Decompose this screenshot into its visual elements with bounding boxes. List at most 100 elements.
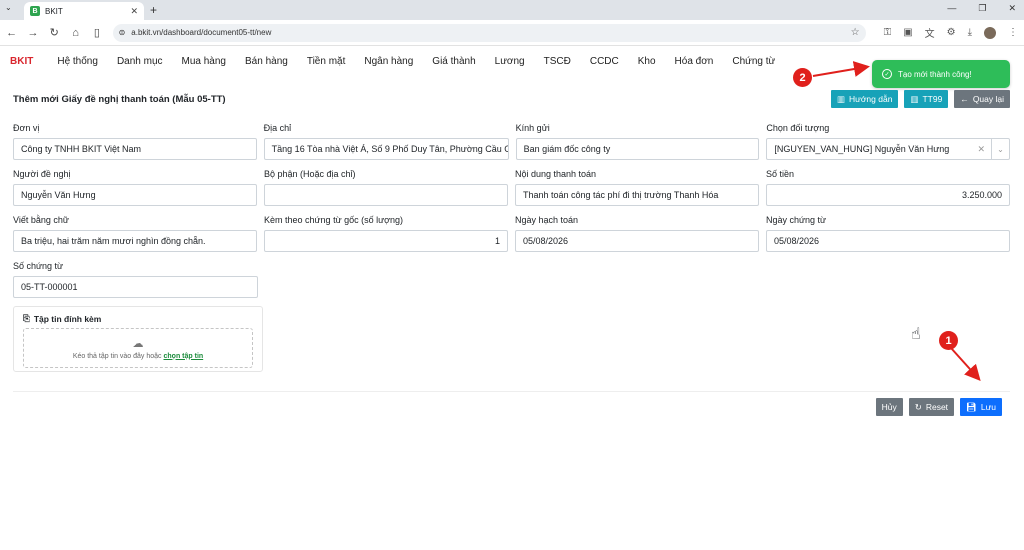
guide-button-label: Hướng dẫn bbox=[849, 94, 893, 104]
clear-icon[interactable]: ✕ bbox=[971, 144, 991, 155]
form-actions: Hủy ↻ Reset 💾︎ Lưu bbox=[875, 398, 1002, 416]
field-bo-phan: Bộ phận (Hoặc địa chỉ) bbox=[264, 166, 508, 206]
field-ngay-hach-toan: Ngày hạch toán 05/08/2026 bbox=[515, 212, 759, 252]
restore-icon[interactable]: ❐ bbox=[978, 3, 986, 14]
menu-mua-hang[interactable]: Mua hàng bbox=[182, 56, 226, 67]
label-kem-theo: Kèm theo chứng từ gốc (số lượng) bbox=[264, 215, 404, 225]
input-ngay-chung-tu[interactable]: 05/08/2026 bbox=[766, 230, 1010, 252]
menu-tien-mat[interactable]: Tiền mặt bbox=[307, 56, 346, 67]
browser-menu-icon[interactable]: ⋮ bbox=[1008, 27, 1018, 38]
menu-luong[interactable]: Lương bbox=[495, 56, 525, 67]
app-nav: BKIT Hệ thống Danh mục Mua hàng Bán hàng… bbox=[0, 46, 1024, 76]
url-bar[interactable]: ⊜ a.bkit.vn/dashboard/document05-tt/new … bbox=[112, 23, 866, 42]
input-so-tien[interactable]: 3.250.000 bbox=[766, 184, 1010, 206]
field-kem-theo: Kèm theo chứng từ gốc (số lượng) 1 bbox=[264, 212, 508, 252]
field-ngay-chung-tu: Ngày chứng từ 05/08/2026 bbox=[766, 212, 1010, 252]
choose-file-link[interactable]: chọn tập tin bbox=[164, 353, 204, 360]
arrow-1 bbox=[950, 347, 981, 381]
cancel-button-label: Hủy bbox=[881, 402, 897, 412]
input-bo-phan[interactable] bbox=[264, 184, 508, 206]
download-icon[interactable]: ⤓ bbox=[968, 27, 972, 38]
window-close-icon[interactable]: ✕ bbox=[1008, 3, 1016, 14]
tab-list-icon[interactable]: ⌄ bbox=[5, 3, 12, 12]
minimize-icon[interactable]: — bbox=[947, 3, 956, 14]
page-header: Thêm mới Giấy đề nghị thanh toán (Mẫu 05… bbox=[13, 90, 1010, 108]
annotation-marker-1: 1 bbox=[939, 331, 958, 350]
select-doi-tuong[interactable]: [NGUYEN_VAN_HUNG] Nguyễn Văn Hưng ✕ ⌄ bbox=[766, 138, 1011, 160]
label-ngay-chung-tu: Ngày chứng từ bbox=[766, 215, 827, 225]
header-actions: ▥ Hướng dẫn ▥ TT99 ← Quay lại bbox=[831, 90, 1010, 108]
field-so-tien: Số tiền 3.250.000 bbox=[766, 166, 1010, 206]
page-title: Thêm mới Giấy đề nghị thanh toán (Mẫu 05… bbox=[13, 93, 226, 105]
hand-cursor-icon: ☝︎ bbox=[911, 326, 921, 343]
toast-message: Tạo mới thành công! bbox=[898, 69, 972, 79]
divider bbox=[13, 391, 1010, 392]
forward-icon[interactable]: → bbox=[27, 27, 38, 39]
menu-hoa-don[interactable]: Hóa đơn bbox=[675, 56, 714, 67]
site-info-icon[interactable]: ⊜ bbox=[119, 28, 126, 37]
arrow-left-icon: ← bbox=[960, 94, 969, 104]
menu-ccdc[interactable]: CCDC bbox=[590, 56, 619, 67]
split-view-icon[interactable]: ▯ bbox=[91, 26, 102, 39]
menu-he-thong[interactable]: Hệ thống bbox=[57, 56, 98, 67]
success-toast[interactable]: ✓ Tạo mới thành công! bbox=[872, 60, 1010, 88]
translate-icon[interactable]: 文 bbox=[925, 25, 935, 40]
reload-icon[interactable]: ↻ bbox=[49, 26, 60, 39]
menu-danh-muc[interactable]: Danh mục bbox=[117, 56, 163, 67]
input-so-chung-tu[interactable]: 05-TT-000001 bbox=[13, 276, 258, 298]
input-kem-theo[interactable]: 1 bbox=[264, 230, 508, 252]
bookmark-star-icon[interactable]: ☆ bbox=[851, 27, 860, 38]
close-icon[interactable]: ✕ bbox=[130, 6, 138, 17]
profile-avatar[interactable] bbox=[984, 26, 997, 39]
menu-kho[interactable]: Kho bbox=[638, 56, 656, 67]
menu-ngan-hang[interactable]: Ngân hàng bbox=[364, 56, 413, 67]
file-dropzone[interactable]: ☁ Kéo thả tập tin vào đây hoặc chọn tập … bbox=[23, 328, 253, 368]
dropzone-text: Kéo thả tập tin vào đây hoặc chọn tập ti… bbox=[73, 353, 203, 360]
input-kinh-gui[interactable]: Ban giám đốc công ty bbox=[515, 138, 760, 160]
tab-title: BKIT bbox=[45, 6, 63, 16]
password-key-icon[interactable]: ⚿ bbox=[884, 27, 892, 38]
window-controls: — ❐ ✕ bbox=[947, 3, 1016, 14]
input-noi-dung[interactable]: Thanh toán công tác phí đi thị trường Th… bbox=[515, 184, 759, 206]
reset-button[interactable]: ↻ Reset bbox=[908, 398, 955, 416]
browser-tab-bar: ⌄ B BKIT ✕ + — ❐ ✕ bbox=[0, 0, 1024, 20]
browser-tab[interactable]: B BKIT ✕ bbox=[24, 2, 144, 20]
input-ngay-hach-toan[interactable]: 05/08/2026 bbox=[515, 230, 759, 252]
book-icon: ▥ bbox=[910, 93, 919, 104]
label-dia-chi: Địa chỉ bbox=[263, 123, 292, 133]
cloud-upload-icon: ☁ bbox=[132, 337, 144, 350]
menu-tscd[interactable]: TSCĐ bbox=[544, 56, 571, 67]
label-ngay-hach-toan: Ngày hạch toán bbox=[515, 215, 579, 225]
input-don-vi[interactable]: Công ty TNHH BKIT Việt Nam bbox=[13, 138, 257, 160]
sidebar-icon[interactable]: ▣ bbox=[903, 27, 912, 38]
home-icon[interactable]: ⌂ bbox=[70, 27, 81, 39]
menu-ban-hang[interactable]: Bán hàng bbox=[245, 56, 288, 67]
field-dia-chi: Địa chỉ Tầng 16 Tòa nhà Việt Á, Số 9 Phố… bbox=[263, 120, 509, 160]
label-don-vi: Đơn vị bbox=[13, 123, 40, 133]
favicon-icon: B bbox=[30, 6, 40, 16]
field-doi-tuong: Chọn đối tượng [NGUYEN_VAN_HUNG] Nguyễn … bbox=[766, 120, 1011, 160]
back-button[interactable]: ← Quay lại bbox=[954, 90, 1010, 108]
floppy-disk-icon: 💾︎ bbox=[966, 401, 977, 412]
field-nguoi-de-nghi: Người đề nghị Nguyễn Văn Hưng bbox=[13, 166, 257, 206]
new-tab-icon[interactable]: + bbox=[150, 3, 157, 17]
extension-icon[interactable]: ⚙ bbox=[947, 27, 956, 38]
input-nguoi-de-nghi[interactable]: Nguyễn Văn Hưng bbox=[13, 184, 257, 206]
label-doi-tuong: Chọn đối tượng bbox=[766, 123, 830, 133]
field-viet-bang-chu: Viết bằng chữ Ba triệu, hai trăm năm mươ… bbox=[13, 212, 257, 252]
menu-gia-thanh[interactable]: Giá thành bbox=[432, 56, 475, 67]
label-bo-phan: Bộ phận (Hoặc địa chỉ) bbox=[264, 169, 356, 179]
paperclip-icon: ⎘ bbox=[23, 313, 30, 323]
input-dia-chi[interactable]: Tầng 16 Tòa nhà Việt Á, Số 9 Phố Duy Tân… bbox=[263, 138, 509, 160]
guide-button[interactable]: ▥ Hướng dẫn bbox=[831, 90, 899, 108]
input-viet-bang-chu[interactable]: Ba triệu, hai trăm năm mươi nghìn đồng c… bbox=[13, 230, 257, 252]
cancel-button[interactable]: Hủy bbox=[875, 398, 903, 416]
save-button[interactable]: 💾︎ Lưu bbox=[960, 398, 1002, 416]
dropzone-prompt: Kéo thả tập tin vào đây hoặc bbox=[72, 352, 162, 360]
chevron-down-icon[interactable]: ⌄ bbox=[991, 139, 1009, 159]
label-so-tien: Số tiền bbox=[766, 169, 795, 179]
brand-logo[interactable]: BKIT bbox=[10, 56, 33, 67]
menu-chung-tu[interactable]: Chứng từ bbox=[732, 56, 775, 67]
tt99-button[interactable]: ▥ TT99 bbox=[904, 90, 949, 108]
back-icon[interactable]: ← bbox=[6, 27, 17, 39]
